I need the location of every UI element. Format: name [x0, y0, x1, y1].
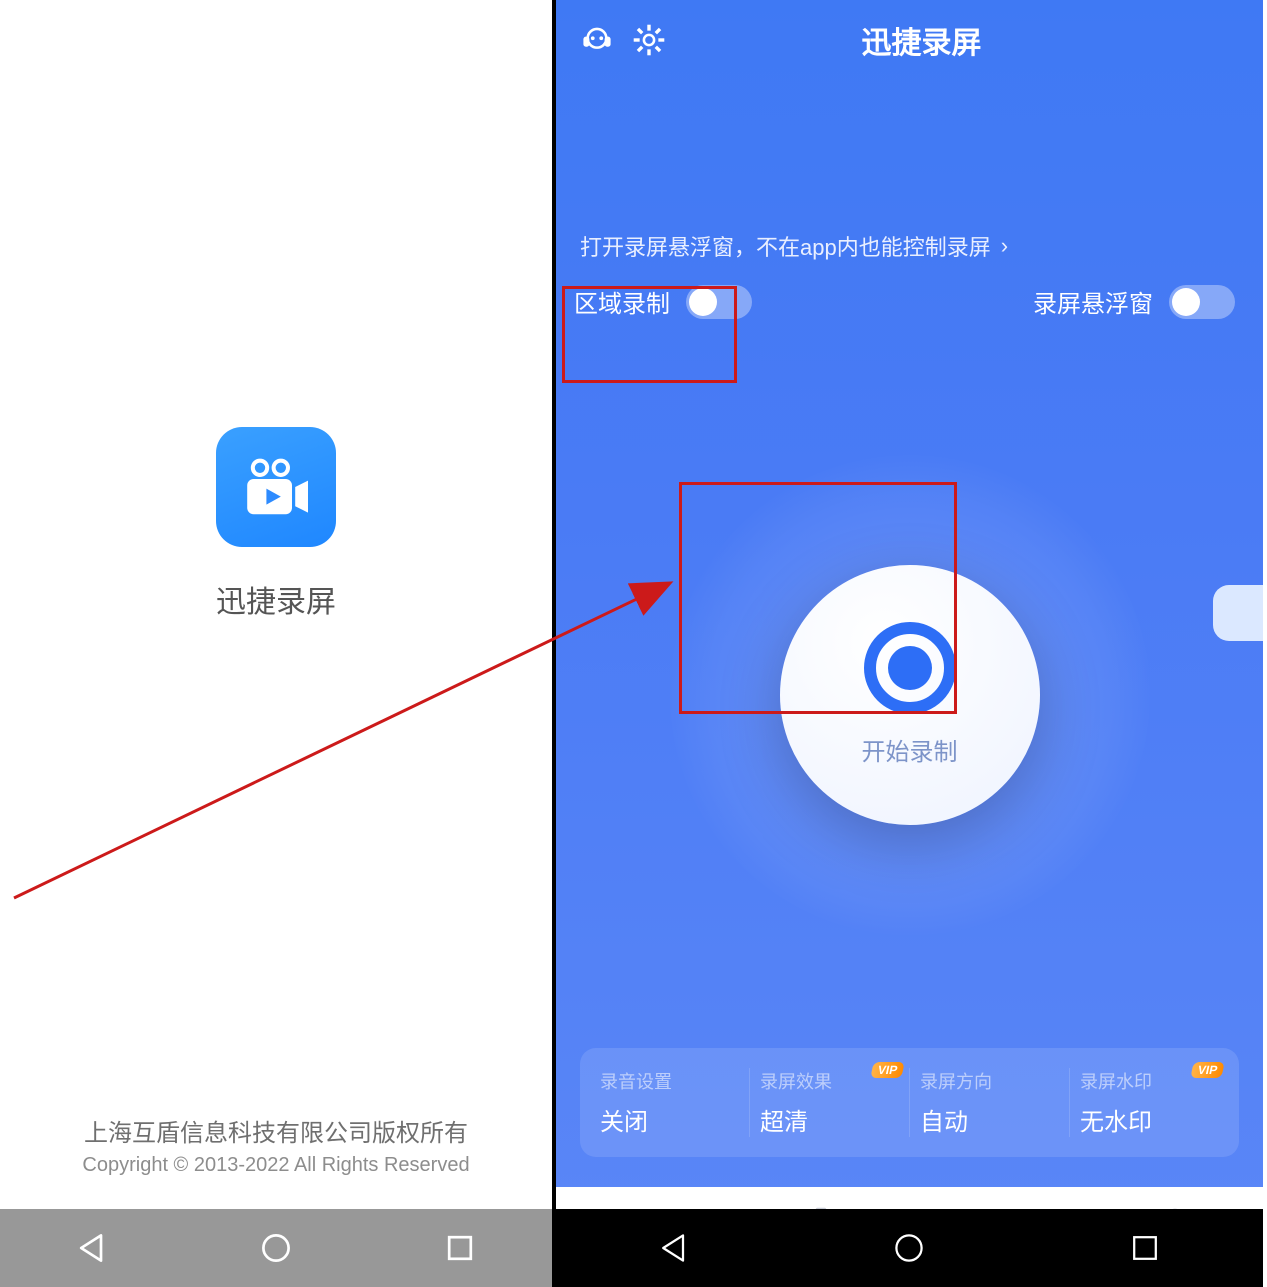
- back-icon[interactable]: [656, 1230, 692, 1266]
- area-record-toggle[interactable]: [686, 285, 752, 319]
- home-icon[interactable]: [258, 1230, 294, 1266]
- splash-panel: 迅捷录屏 上海互盾信息科技有限公司版权所有 Copyright © 2013-2…: [0, 0, 556, 1287]
- opt-value: 关闭: [600, 1102, 739, 1137]
- toggle-row: 区域录制 录屏悬浮窗: [556, 262, 1263, 341]
- options-card: 录音设置 关闭 VIP 录屏效果 超清 录屏方向 自动 VIP 录屏水印 无水印: [580, 1048, 1239, 1157]
- record-icon: [864, 622, 956, 714]
- opt-label: 录屏方向: [920, 1068, 1059, 1094]
- opt-orientation[interactable]: 录屏方向 自动: [910, 1068, 1070, 1137]
- area-record-label: 区域录制: [574, 284, 670, 319]
- recent-icon[interactable]: [442, 1230, 478, 1266]
- record-area: 开始录制: [556, 341, 1263, 1048]
- float-window-toggle-group: 录屏悬浮窗: [1033, 284, 1235, 319]
- app-panel: 迅捷录屏 打开录屏悬浮窗，不在app内也能控制录屏 › 区域录制 录屏悬浮窗 开…: [556, 0, 1263, 1287]
- hint-text: 打开录屏悬浮窗，不在app内也能控制录屏: [580, 230, 991, 262]
- page-title: 迅捷录屏: [604, 18, 1239, 62]
- vip-badge: VIP: [870, 1062, 905, 1078]
- opt-value: 自动: [920, 1102, 1059, 1137]
- recent-icon[interactable]: [1127, 1230, 1163, 1266]
- app-name-label: 迅捷录屏: [216, 577, 336, 621]
- android-nav-left: [0, 1209, 552, 1287]
- copyright-company: 上海互盾信息科技有限公司版权所有: [0, 1113, 552, 1148]
- float-window-toggle[interactable]: [1169, 285, 1235, 319]
- area-record-toggle-group: 区域录制: [574, 284, 752, 319]
- float-window-label: 录屏悬浮窗: [1033, 284, 1153, 319]
- vip-badge: VIP: [1190, 1062, 1225, 1078]
- opt-watermark[interactable]: VIP 录屏水印 无水印: [1070, 1068, 1229, 1137]
- splash-center: 迅捷录屏: [0, 0, 552, 1167]
- header: 迅捷录屏: [556, 0, 1263, 80]
- copyright-years: Copyright © 2013-2022 All Rights Reserve…: [0, 1154, 552, 1177]
- home-icon[interactable]: [891, 1230, 927, 1266]
- opt-value: 超清: [760, 1102, 899, 1137]
- copyright-block: 上海互盾信息科技有限公司版权所有 Copyright © 2013-2022 A…: [0, 1113, 552, 1177]
- opt-value: 无水印: [1080, 1102, 1219, 1137]
- android-nav-right: [556, 1209, 1263, 1287]
- opt-quality[interactable]: VIP 录屏效果 超清: [750, 1068, 910, 1137]
- opt-audio[interactable]: 录音设置 关闭: [590, 1068, 750, 1137]
- back-icon[interactable]: [74, 1230, 110, 1266]
- chevron-right-icon: ›: [1001, 233, 1008, 259]
- app-logo: [216, 427, 336, 547]
- start-record-button[interactable]: 开始录制: [780, 565, 1040, 825]
- opt-label: 录音设置: [600, 1068, 739, 1094]
- mascot-peek[interactable]: [1213, 585, 1263, 641]
- record-label: 开始录制: [862, 732, 958, 767]
- record-halo: 开始录制: [670, 455, 1150, 935]
- hint-banner[interactable]: 打开录屏悬浮窗，不在app内也能控制录屏 ›: [580, 230, 1239, 262]
